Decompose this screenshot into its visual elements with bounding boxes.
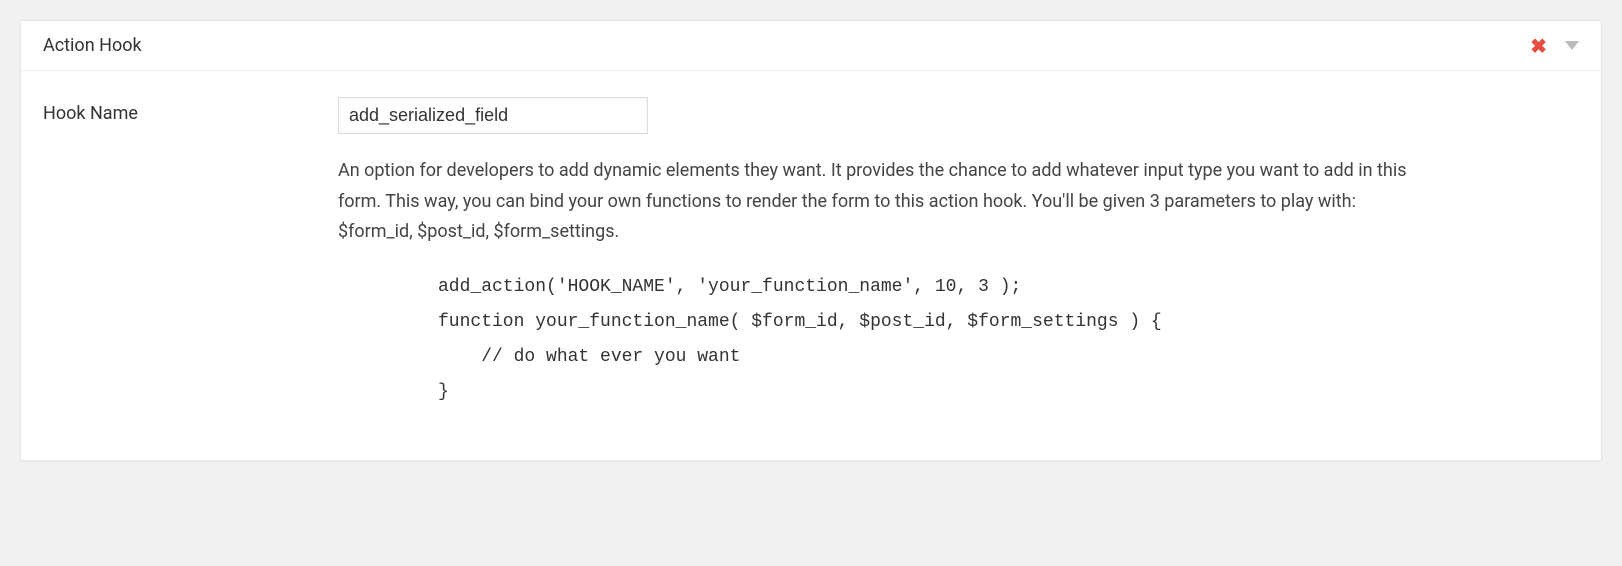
hook-description: An option for developers to add dynamic … xyxy=(338,156,1418,248)
toggle-icon[interactable] xyxy=(1565,41,1579,51)
panel-body: Hook Name An option for developers to ad… xyxy=(21,71,1601,460)
hook-name-input[interactable] xyxy=(338,97,648,134)
hook-name-label: Hook Name xyxy=(43,97,338,410)
close-icon[interactable]: ✖ xyxy=(1530,36,1547,56)
panel-title: Action Hook xyxy=(43,35,142,56)
field-content: An option for developers to add dynamic … xyxy=(338,97,1579,410)
action-hook-panel: Action Hook ✖ Hook Name An option for de… xyxy=(20,20,1602,461)
panel-header: Action Hook ✖ xyxy=(21,21,1601,71)
code-example: add_action('HOOK_NAME', 'your_function_n… xyxy=(338,270,1579,410)
panel-actions: ✖ xyxy=(1530,36,1579,56)
